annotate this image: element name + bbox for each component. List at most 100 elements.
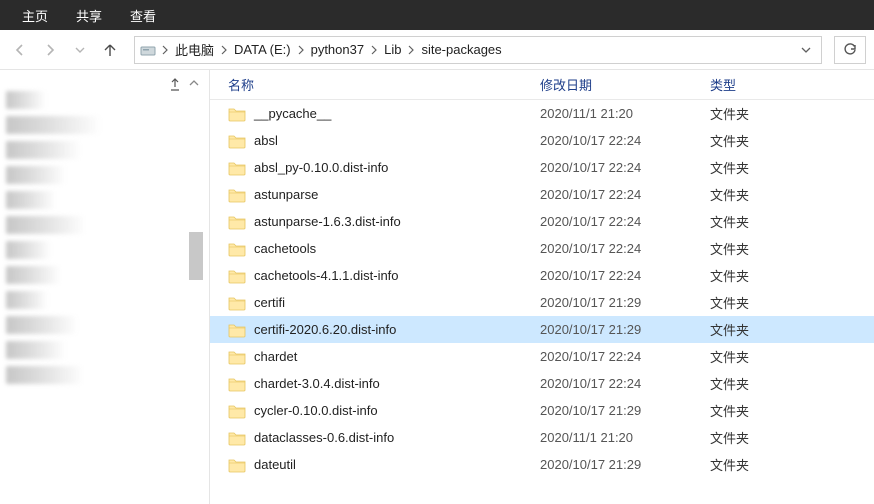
address-dropdown-button[interactable] [795,37,817,63]
breadcrumb-item[interactable]: DATA (E:) [230,37,295,63]
file-date: 2020/10/17 22:24 [540,133,710,148]
file-date: 2020/10/17 21:29 [540,403,710,418]
breadcrumb-item[interactable]: site-packages [417,37,505,63]
chevron-right-icon[interactable] [159,45,171,55]
table-row[interactable]: astunparse-1.6.3.dist-info 2020/10/17 22:… [210,208,874,235]
folder-icon [228,268,246,284]
file-type: 文件夹 [710,320,874,339]
file-name: cachetools [254,241,316,256]
table-row[interactable]: certifi-2020.6.20.dist-info 2020/10/17 21… [210,316,874,343]
file-date: 2020/10/17 22:24 [540,268,710,283]
address-bar[interactable]: 此电脑 DATA (E:) python37 Lib site-packages [134,36,822,64]
file-name: astunparse [254,187,318,202]
ribbon-tab-home[interactable]: 主页 [22,6,48,25]
file-name: cycler-0.10.0.dist-info [254,403,378,418]
column-header-type[interactable]: 类型 [710,75,874,94]
file-list[interactable]: __pycache__2020/11/1 21:20文件夹absl2020/10… [210,100,874,478]
table-row[interactable]: astunparse 2020/10/17 22:24文件夹 [210,181,874,208]
table-row[interactable]: absl 2020/10/17 22:24文件夹 [210,127,874,154]
scrollbar-thumb[interactable] [189,232,203,280]
chevron-right-icon[interactable] [218,45,230,55]
file-name: absl_py-0.10.0.dist-info [254,160,388,175]
file-date: 2020/10/17 22:24 [540,160,710,175]
file-type: 文件夹 [710,104,874,123]
table-row[interactable]: chardet 2020/10/17 22:24文件夹 [210,343,874,370]
folder-icon [228,106,246,122]
sidebar-scrollbar[interactable] [189,92,203,504]
file-date: 2020/10/17 22:24 [540,187,710,202]
file-type: 文件夹 [710,185,874,204]
nav-back-button[interactable] [8,38,32,62]
file-date: 2020/10/17 21:29 [540,457,710,472]
file-name: absl [254,133,278,148]
file-type: 文件夹 [710,374,874,393]
table-row[interactable]: __pycache__ 2020/11/1 21:20文件夹 [210,100,874,127]
file-date: 2020/10/17 22:24 [540,349,710,364]
scroll-up-icon[interactable] [189,76,199,91]
ribbon-tab-share[interactable]: 共享 [76,6,102,25]
file-type: 文件夹 [710,266,874,285]
folder-icon [228,457,246,473]
nav-up-button[interactable] [98,38,122,62]
file-type: 文件夹 [710,455,874,474]
ribbon-bar: 主页 共享 查看 [0,0,874,30]
file-type: 文件夹 [710,347,874,366]
folder-icon [228,160,246,176]
file-name: __pycache__ [254,106,331,121]
file-date: 2020/11/1 21:20 [540,430,710,445]
address-bar-row: 此电脑 DATA (E:) python37 Lib site-packages [0,30,874,70]
file-date: 2020/10/17 22:24 [540,241,710,256]
file-type: 文件夹 [710,131,874,150]
nav-recent-dropdown[interactable] [68,38,92,62]
file-date: 2020/10/17 21:29 [540,322,710,337]
refresh-button[interactable] [834,36,866,64]
column-header-name[interactable]: 名称 [210,75,540,94]
file-name: chardet [254,349,297,364]
file-type: 文件夹 [710,401,874,420]
chevron-right-icon[interactable] [368,45,380,55]
file-name: certifi [254,295,285,310]
nav-forward-button[interactable] [38,38,62,62]
table-row[interactable]: cycler-0.10.0.dist-info 2020/10/17 21:29文… [210,397,874,424]
file-name: dataclasses-0.6.dist-info [254,430,394,445]
ribbon-tab-view[interactable]: 查看 [130,6,156,25]
sidebar-tree [0,70,180,504]
folder-icon [228,322,246,338]
file-date: 2020/10/17 21:29 [540,295,710,310]
folder-icon [228,214,246,230]
chevron-right-icon[interactable] [405,45,417,55]
folder-icon [228,403,246,419]
folder-icon [228,430,246,446]
file-name: certifi-2020.6.20.dist-info [254,322,396,337]
file-type: 文件夹 [710,239,874,258]
file-type: 文件夹 [710,158,874,177]
table-row[interactable]: dataclasses-0.6.dist-info 2020/11/1 21:20… [210,424,874,451]
table-row[interactable]: absl_py-0.10.0.dist-info 2020/10/17 22:24… [210,154,874,181]
column-header-date[interactable]: 修改日期 [540,75,710,94]
file-name: chardet-3.0.4.dist-info [254,376,380,391]
file-name: dateutil [254,457,296,472]
file-date: 2020/10/17 22:24 [540,214,710,229]
column-header-row: 名称 修改日期 类型 [210,70,874,100]
chevron-right-icon[interactable] [295,45,307,55]
folder-icon [228,376,246,392]
file-list-pane: 名称 修改日期 类型 __pycache__2020/11/1 21:20文件夹… [210,70,874,504]
table-row[interactable]: cachetools-4.1.1.dist-info2020/10/17 22:… [210,262,874,289]
file-name: astunparse-1.6.3.dist-info [254,214,401,229]
file-date: 2020/10/17 22:24 [540,376,710,391]
file-date: 2020/11/1 21:20 [540,106,710,121]
table-row[interactable]: certifi 2020/10/17 21:29文件夹 [210,289,874,316]
table-row[interactable]: cachetools 2020/10/17 22:24文件夹 [210,235,874,262]
file-type: 文件夹 [710,293,874,312]
folder-icon [228,241,246,257]
drive-icon [139,41,157,59]
breadcrumb-item[interactable]: Lib [380,37,405,63]
navigation-pane[interactable] [0,70,210,504]
breadcrumb-item[interactable]: python37 [307,37,369,63]
folder-icon [228,187,246,203]
file-type: 文件夹 [710,212,874,231]
breadcrumb-item[interactable]: 此电脑 [171,37,218,63]
table-row[interactable]: dateutil 2020/10/17 21:29文件夹 [210,451,874,478]
table-row[interactable]: chardet-3.0.4.dist-info 2020/10/17 22:24文… [210,370,874,397]
folder-icon [228,133,246,149]
